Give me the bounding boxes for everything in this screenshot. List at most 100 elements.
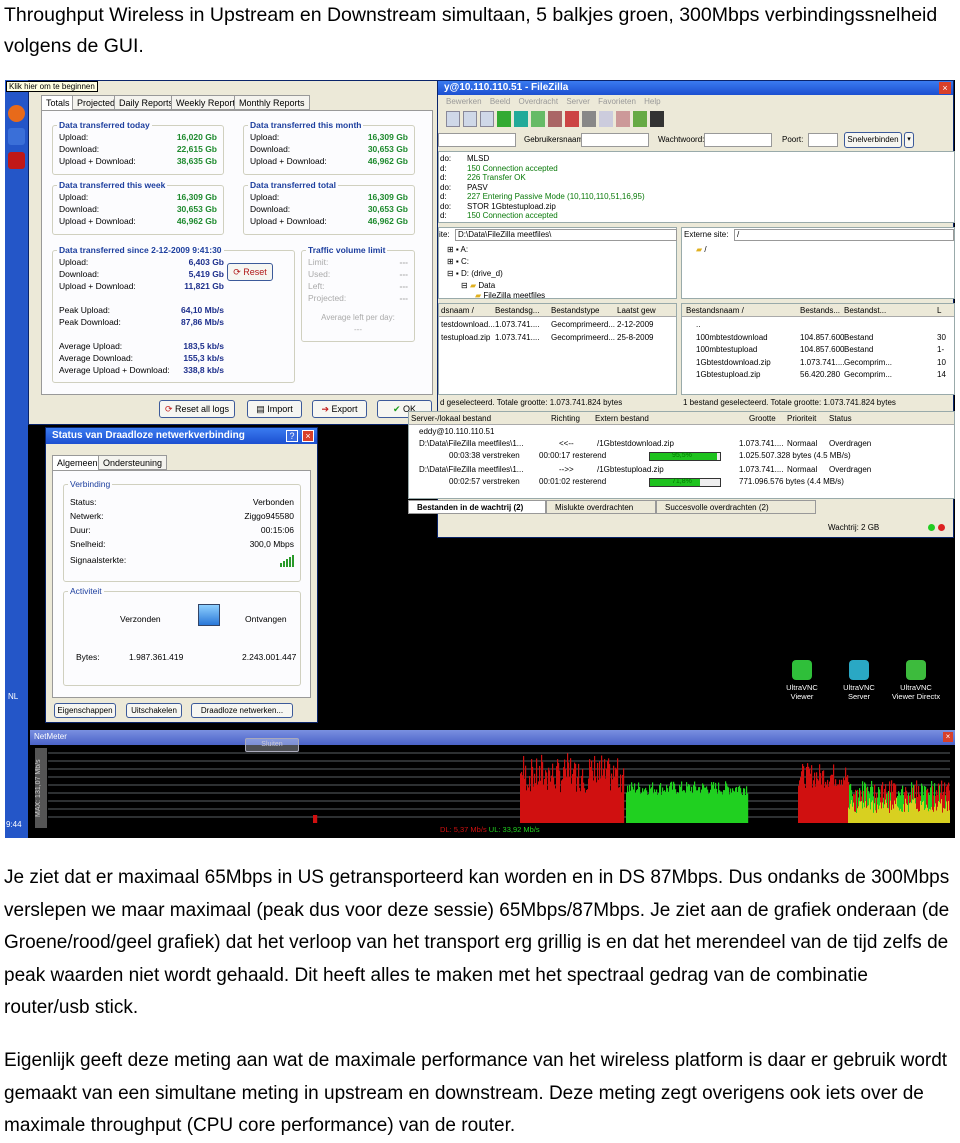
toolbar-icon[interactable] [463,111,477,127]
file-row[interactable]: 100mbtestdownload 104.857.600 Bestand 30 [682,333,954,345]
file-cell: 10 [937,357,946,367]
username-input[interactable] [581,133,649,147]
export-button[interactable]: ➔ Export [312,400,367,418]
lang-indicator[interactable]: NL [8,692,18,701]
transfer-elapsed: 00:03:38 verstreken [449,451,520,460]
wireless-networks-button[interactable]: Draadloze netwerken... [191,703,293,718]
file-row[interactable]: testdownload... 1.073.741.... Gecomprimeer… [439,320,676,332]
log-line: d: 226 Transfer OK [439,173,954,183]
screenshot: NL 9:44 Klik hier om te beginnen Totals … [5,80,955,838]
close-icon[interactable]: × [302,430,314,442]
column-header[interactable]: Status [829,414,852,423]
tab-projected[interactable]: Projected [72,95,121,110]
local-path-input[interactable]: D:\Data\FileZilla meetfiles\ [455,229,677,241]
reset-button[interactable]: ⟳ Reset [227,263,273,281]
column-header[interactable]: Bestands... [800,306,840,315]
netmeter-window: NetMeter × Sluiten MAX: 131,07 Mb/s DL: … [30,730,955,838]
label: Snelheid: [70,539,106,549]
menu-item[interactable]: Favorieten [598,97,636,106]
column-header[interactable]: L [937,306,941,315]
tree-node[interactable]: ⊟ ▪ D: (drive_d) [447,269,503,278]
quickconnect-button[interactable]: Snelverbinden [844,132,902,148]
file-row[interactable]: 100mbtestupload 104.857.600 Bestand 1- [682,345,954,357]
traffic-bar [949,810,950,823]
tree-node[interactable]: ▰ / [696,245,707,254]
tab-totals[interactable]: Totals [41,95,75,110]
site-manager-icon[interactable] [446,111,460,127]
desktop-shortcut[interactable]: UltraVNC Viewer Directx [890,660,942,701]
desktop-shortcut[interactable]: UltraVNC Viewer [776,660,828,701]
file-row[interactable]: 1Gbtestupload.zip 56.420.280 Gecomprim... 1… [682,370,954,382]
wireless-status-window: Status van Draadloze netwerkverbinding ?… [45,427,318,723]
chevron-down-icon[interactable]: ▾ [904,132,914,148]
process-queue-icon[interactable] [514,111,528,127]
app-icon[interactable] [8,128,25,145]
file-row[interactable]: 1Gbtestdownload.zip 1.073.741.... Gecompri… [682,358,954,370]
password-input[interactable] [704,133,772,147]
toolbar-icon[interactable] [480,111,494,127]
tree-node[interactable]: ⊞ ▪ A: [447,245,468,254]
menu-item[interactable]: Overdracht [519,97,559,106]
disconnect-icon[interactable] [565,111,579,127]
shortcut-label: UltraVNC Viewer Directx [891,683,941,701]
tree-node[interactable]: ⊟ ▰ Data [461,281,495,290]
queue-tab[interactable]: Succesvolle overdrachten (2) [656,500,816,514]
queue-tab[interactable]: Mislukte overdrachten [546,500,656,514]
transfer-size: 1.073.741.... [739,439,784,448]
filezilla-icon[interactable] [8,152,25,169]
column-header[interactable]: Bestandst... [844,306,886,315]
tab-support[interactable]: Ondersteuning [98,455,168,470]
cancel-icon[interactable] [548,111,562,127]
signal-bar [286,559,288,567]
reset-all-logs-button[interactable]: ⟳ Reset all logs [159,400,235,418]
column-header[interactable]: Server-/lokaal bestand [411,414,491,423]
file-row[interactable]: testupload.zip 1.073.741.... Gecomprimeerd… [439,333,676,345]
tree-node[interactable]: ⊞ ▪ C: [447,257,469,266]
close-icon[interactable]: × [943,732,953,742]
tab-daily[interactable]: Daily Reports [114,95,179,110]
menu-item[interactable]: Beeld [490,97,510,106]
toolbar-icon[interactable] [599,111,613,127]
compare-icon[interactable] [633,111,647,127]
disable-button[interactable]: Uitschakelen [126,703,182,718]
queue-tab[interactable]: Bestanden in de wachtrij (2) [408,500,546,514]
tree-node[interactable]: ▰ FileZilla meetfiles [475,291,545,300]
server-entry[interactable]: eddy@10.110.110.51 [419,427,494,436]
column-header[interactable]: Laatst gew [617,306,656,315]
column-header[interactable]: Prioriteit [787,414,816,423]
tab-monthly[interactable]: Monthly Reports [234,95,310,110]
column-header[interactable]: Bestandsnaam / [686,306,744,315]
column-header[interactable]: dsnaam / [441,306,474,315]
column-header[interactable]: Bestandstype [551,306,599,315]
column-header[interactable]: Extern bestand [595,414,649,423]
host-input[interactable] [438,133,516,147]
label: Average Upload + Download: [59,365,170,375]
search-icon[interactable] [650,111,664,127]
label: Upload: [250,192,280,202]
tab-general[interactable]: Algemeen [52,455,103,470]
import-button[interactable]: ▤ Import [247,400,302,418]
menu-item[interactable]: Bewerken [446,97,482,106]
label: Status: [70,497,97,507]
toolbar [446,111,666,127]
reconnect-icon[interactable] [582,111,596,127]
column-header[interactable]: Richting [551,414,580,423]
properties-button[interactable]: Eigenschappen [54,703,116,718]
remote-path-input[interactable]: / [734,229,954,241]
btn-label: Reset all logs [175,404,230,414]
filter-icon[interactable] [616,111,630,127]
port-input[interactable] [808,133,838,147]
log-prefix: do: [440,154,452,163]
file-row[interactable]: .. [682,320,954,332]
menu-item[interactable]: Server [566,97,590,106]
value: 38,635 Gb [176,156,217,166]
help-icon[interactable]: ? [286,430,298,442]
column-header[interactable]: Bestandsg... [495,306,539,315]
firefox-icon[interactable] [8,105,25,122]
toolbar-icon[interactable] [531,111,545,127]
refresh-icon[interactable] [497,111,511,127]
menu-item[interactable]: Help [644,97,660,106]
column-header[interactable]: Grootte [749,414,776,423]
desktop-shortcut[interactable]: UltraVNC Server [833,660,885,701]
close-icon[interactable]: × [939,82,951,94]
